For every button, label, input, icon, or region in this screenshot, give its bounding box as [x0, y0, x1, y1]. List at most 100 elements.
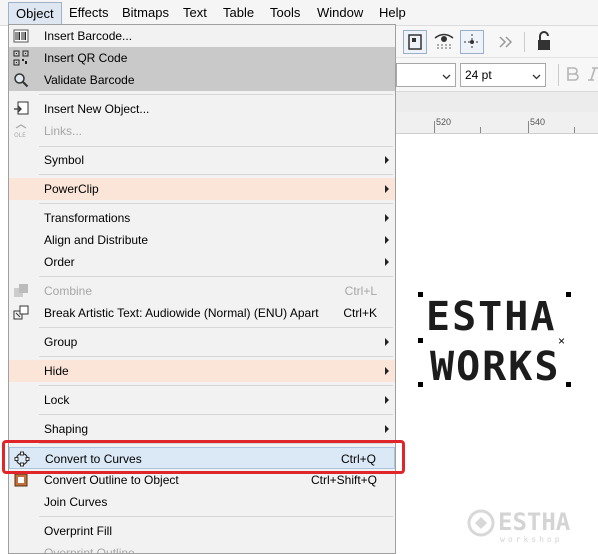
menu-item-label: Hide [44, 364, 69, 378]
menu-separator [39, 327, 393, 328]
bold-icon[interactable] [562, 64, 586, 88]
menu-item-links[interactable]: OLE Links... [9, 120, 395, 142]
selection-handle[interactable] [418, 292, 423, 297]
menu-item-label: Break Artistic Text: Audiowide (Normal) … [44, 306, 319, 320]
combine-icon [13, 283, 29, 299]
menu-item-label: Order [44, 255, 75, 269]
italic-icon[interactable] [586, 64, 598, 88]
ruler-tick [528, 121, 529, 133]
submenu-arrow-icon [385, 156, 389, 164]
font-name-dropdown[interactable] [396, 63, 456, 87]
chevron-down-icon [442, 70, 451, 80]
font-size-value: 24 pt [465, 68, 492, 82]
menu-separator [39, 146, 393, 147]
menu-item-break-apart[interactable]: Break Artistic Text: Audiowide (Normal) … [9, 302, 395, 324]
menu-separator [39, 174, 393, 175]
menu-tools[interactable]: Tools [270, 5, 300, 20]
menu-item-label: Align and Distribute [44, 233, 149, 247]
property-bar: 24 pt [396, 58, 598, 92]
menu-item-join-curves[interactable]: Join Curves [9, 491, 395, 513]
menu-item-order[interactable]: Order [9, 251, 395, 273]
menu-window[interactable]: Window [317, 5, 363, 20]
menu-item-label: Insert New Object... [44, 102, 150, 116]
menu-text[interactable]: Text [183, 5, 207, 20]
qr-code-icon [13, 50, 29, 66]
menu-separator [39, 356, 393, 357]
menu-item-label: Overprint Outline [44, 546, 135, 554]
menu-item-label: Join Curves [44, 495, 108, 509]
menu-item-overprint-fill[interactable]: Overprint Fill [9, 520, 395, 542]
menu-item-label: Insert Barcode... [44, 29, 133, 43]
menu-item-group[interactable]: Group [9, 331, 395, 353]
artistic-text-works[interactable]: WORKS [430, 344, 560, 390]
menu-item-insert-qr-code[interactable]: Insert QR Code [9, 47, 395, 69]
menu-item-transformations[interactable]: Transformations [9, 207, 395, 229]
menu-separator [39, 414, 393, 415]
menu-item-hide[interactable]: Hide [9, 360, 395, 382]
svg-text:OLE: OLE [14, 132, 26, 139]
menubar: Object Effects Bitmaps Text Table Tools … [0, 0, 598, 26]
selection-handle[interactable] [566, 292, 571, 297]
menu-item-label: Shaping [44, 422, 89, 436]
menu-item-lock[interactable]: Lock [9, 389, 395, 411]
menu-item-combine[interactable]: Combine Ctrl+L [9, 280, 395, 302]
menu-item-overprint-outline[interactable]: Overprint Outline [9, 542, 395, 554]
break-apart-icon [13, 305, 29, 321]
submenu-arrow-icon [385, 258, 389, 266]
submenu-arrow-icon [385, 185, 389, 193]
menu-bitmaps[interactable]: Bitmaps [122, 5, 169, 20]
submenu-arrow-icon [385, 338, 389, 346]
menu-item-label: Links... [44, 124, 83, 138]
ruler-label: 520 [436, 117, 452, 127]
watermark-logo-icon [466, 508, 496, 538]
overflow-chevron-icon[interactable] [494, 30, 518, 54]
menu-separator [39, 516, 393, 517]
menu-item-shortcut: Ctrl+Shift+Q [310, 473, 377, 487]
view-icon[interactable] [432, 30, 456, 54]
outline-to-object-icon [13, 472, 29, 488]
horizontal-ruler: 520 540 [396, 112, 598, 134]
barcode-icon [13, 28, 29, 44]
selection-handle[interactable] [418, 382, 423, 387]
menu-item-shortcut: Ctrl+L [344, 284, 377, 298]
ruler-label: 540 [530, 117, 546, 127]
menu-item-powerclip[interactable]: PowerClip [9, 178, 395, 200]
selection-handle[interactable] [418, 338, 423, 343]
dynamic-guides-icon[interactable] [460, 30, 484, 54]
menu-help[interactable]: Help [379, 5, 406, 20]
ruler-tick [434, 121, 435, 133]
selection-handle[interactable] [566, 382, 571, 387]
menu-item-shaping[interactable]: Shaping [9, 418, 395, 440]
ruler-tick [574, 127, 575, 133]
menu-table[interactable]: Table [223, 5, 254, 20]
font-size-dropdown[interactable]: 24 pt [460, 63, 546, 87]
menu-item-insert-new-object[interactable]: Insert New Object... [9, 98, 395, 120]
lock-icon[interactable] [532, 30, 556, 54]
snap-to-icon[interactable] [403, 30, 427, 54]
drawing-canvas[interactable]: × ESTHA WORKS ESTHA workshop [396, 134, 598, 554]
artistic-text-estha[interactable]: ESTHA [426, 294, 556, 340]
menu-item-label: Validate Barcode [44, 73, 135, 87]
toolbar-divider [524, 32, 525, 52]
toolbox-strip [396, 92, 598, 112]
menu-item-symbol[interactable]: Symbol [9, 149, 395, 171]
toolbar-divider [558, 64, 559, 86]
ruler-tick [480, 127, 481, 133]
menu-item-label: PowerClip [44, 182, 99, 196]
menu-item-align-and-distribute[interactable]: Align and Distribute [9, 229, 395, 251]
insert-object-icon [13, 101, 29, 117]
object-menu: Insert Barcode... Insert QR Code Validat… [8, 24, 396, 554]
menu-item-validate-barcode[interactable]: Validate Barcode [9, 69, 395, 91]
ole-icon: OLE [13, 123, 29, 139]
magnifier-icon [13, 72, 29, 88]
menu-item-label: Group [44, 335, 78, 349]
menu-item-insert-barcode[interactable]: Insert Barcode... [9, 25, 395, 47]
menu-object[interactable]: Object [8, 2, 62, 24]
menu-item-shortcut: Ctrl+K [343, 306, 377, 320]
menu-effects[interactable]: Effects [69, 5, 109, 20]
submenu-arrow-icon [385, 425, 389, 433]
menu-item-label: Lock [44, 393, 70, 407]
menu-item-label: Insert QR Code [44, 51, 128, 65]
submenu-arrow-icon [385, 214, 389, 222]
submenu-arrow-icon [385, 396, 389, 404]
